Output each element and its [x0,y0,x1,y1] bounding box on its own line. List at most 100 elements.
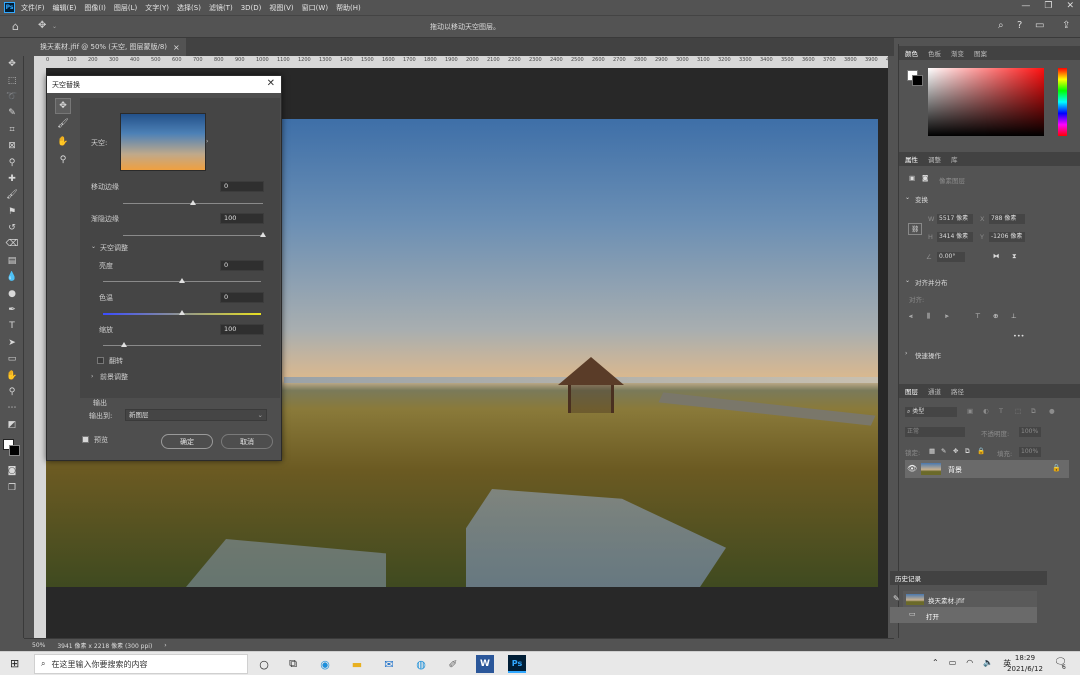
hand-tool-icon[interactable]: ✋ [55,134,71,150]
flip-checkbox[interactable] [97,357,104,364]
share-icon[interactable]: ⇪ [1062,20,1070,31]
link-icon[interactable]: ⛓ [908,223,923,235]
x-input[interactable]: 788 像素 [989,214,1025,224]
edge-browser-icon[interactable]: ◉ [316,655,334,673]
width-input[interactable]: 5517 像素 [937,214,973,224]
filter-pixel-icon[interactable]: ▣ [967,407,973,415]
dodge-tool-icon[interactable]: ● [0,285,24,301]
taskbar-search-box[interactable]: ⌕ 在这里输入你要搜索的内容 [34,654,248,674]
hue-slider[interactable] [1058,68,1067,136]
eraser-tool-icon[interactable]: ⌫ [0,236,24,252]
search-icon[interactable]: ⌕ [998,20,1004,31]
tray-overflow-icon[interactable]: ⌃ [932,658,939,669]
ok-button[interactable]: 确定 [161,434,213,449]
cancel-button[interactable]: 取消 [221,434,273,449]
photos-app-icon[interactable]: ◍ [412,655,430,673]
menu-window[interactable]: 窗口(W) [302,3,328,13]
pen-tool-icon[interactable]: ✒ [0,302,24,318]
sky-brush-tool-icon[interactable]: 🖌 [55,116,71,132]
frame-tool-icon[interactable]: ⊠ [0,138,24,154]
layer-name[interactable]: 背景 [948,465,962,475]
move-tool-icon[interactable]: ✥ [0,56,24,72]
menu-type[interactable]: 文字(Y) [145,3,169,13]
filter-toggle-icon[interactable]: ● [1049,407,1055,415]
scale-slider-track[interactable] [103,345,261,346]
workspace-icon[interactable]: ▭ [1035,20,1044,31]
blur-tool-icon[interactable]: 💧 [0,269,24,285]
visibility-eye-icon[interactable]: 👁 [907,464,917,473]
background-color-swatch[interactable] [912,75,923,86]
tab-channels[interactable]: 通道 [928,386,941,396]
transform-collapse-icon[interactable]: ⌄ [905,194,910,201]
tab-color[interactable]: 颜色 [905,48,918,58]
lock-image-icon[interactable]: ✎ [941,447,946,455]
zoom-level[interactable]: 50% [32,642,45,649]
restore-button[interactable]: ❐ [1044,1,1052,11]
tab-patterns[interactable]: 图案 [974,48,987,58]
tab-properties[interactable]: 属性 [905,154,918,164]
angle-input[interactable]: 0.00° [937,252,965,262]
tab-swatches[interactable]: 色板 [928,48,941,58]
more-options-icon[interactable]: ••• [1013,332,1025,340]
healing-brush-tool-icon[interactable]: ✚ [0,171,24,187]
brightness-slider-thumb[interactable] [179,278,185,283]
clone-stamp-tool-icon[interactable]: ⚑ [0,204,24,220]
fade-edge-input[interactable]: 100 [220,213,264,224]
help-icon[interactable]: ? [1017,20,1022,31]
preview-checkbox[interactable] [82,436,89,443]
menu-select[interactable]: 选择(S) [177,3,201,13]
taskbar-clock[interactable]: 18:29 2021/6/12 [1000,653,1050,675]
filter-shape-icon[interactable]: ⬚ [1015,407,1021,415]
menu-filter[interactable]: 滤镜(T) [209,3,233,13]
opacity-input[interactable]: 100% [1019,427,1041,437]
fade-edge-slider-track[interactable] [123,235,263,236]
home-icon[interactable]: ⌂ [12,20,19,33]
zoom-tool-icon[interactable]: ⚲ [0,384,24,400]
sky-preset-thumbnail[interactable] [120,113,206,171]
sky-preset-dropdown-icon[interactable]: › [206,138,208,145]
shift-edge-input[interactable]: 0 [220,181,264,192]
zoom-tool-icon[interactable]: ⚲ [55,152,71,168]
rectangle-tool-icon[interactable]: ▭ [0,351,24,367]
status-menu-arrow-icon[interactable]: › [164,642,166,649]
align-left-icon[interactable]: ⫷ [909,312,913,321]
type-tool-icon[interactable]: T [0,318,24,334]
default-colors-icon[interactable]: ◩ [0,417,24,433]
crop-tool-icon[interactable]: ⌗ [0,122,24,138]
file-explorer-icon[interactable]: ▬ [348,655,366,673]
paint-app-icon[interactable]: ✐ [444,655,462,673]
scale-slider-thumb[interactable] [120,342,127,347]
move-tool-icon[interactable]: ✥ [38,20,46,31]
history-brush-source-icon[interactable]: ✎ [893,594,900,603]
minimize-button[interactable]: — [1021,1,1030,11]
shift-edge-slider-thumb[interactable] [190,200,196,205]
sky-adjust-collapse-icon[interactable]: ⌄ [91,243,96,250]
marquee-tool-icon[interactable]: ⬚ [0,72,24,88]
scale-input[interactable]: 100 [220,324,264,335]
filter-adjust-icon[interactable]: ◐ [983,407,989,415]
blend-mode-select[interactable]: 正常 [905,427,965,437]
windows-start-icon[interactable]: ⊞ [10,657,24,671]
temperature-input[interactable]: 0 [220,292,264,303]
tab-gradients[interactable]: 渐变 [951,48,964,58]
flip-vertical-icon[interactable]: ⧗ [1012,252,1017,261]
menu-layer[interactable]: 图层(L) [114,3,137,13]
fade-edge-slider-thumb[interactable] [260,232,266,237]
path-select-tool-icon[interactable]: ➤ [0,335,24,351]
lock-artboard-icon[interactable]: ⧉ [965,447,970,456]
color-swatches[interactable] [0,433,24,463]
output-to-select[interactable]: 新图层 ⌄ [125,409,267,421]
wifi-icon[interactable]: ◠ [966,658,973,669]
align-top-icon[interactable]: ⊤ [975,312,981,320]
sky-adjust-label[interactable]: 天空调整 [100,243,128,253]
menu-file[interactable]: 文件(F) [21,3,45,13]
close-button[interactable]: ✕ [1066,1,1074,11]
screen-mode-icon[interactable]: ❐ [0,479,24,495]
tab-libraries[interactable]: 库 [951,154,958,164]
brush-tool-icon[interactable]: 🖌 [0,187,24,203]
dialog-close-icon[interactable]: ✕ [267,78,275,89]
align-center-h-icon[interactable]: ⫼ [927,312,930,321]
align-collapse-icon[interactable]: ⌄ [905,277,910,284]
fill-input[interactable]: 100% [1019,447,1041,457]
foreground-adjust-label[interactable]: 前景调整 [100,372,128,382]
